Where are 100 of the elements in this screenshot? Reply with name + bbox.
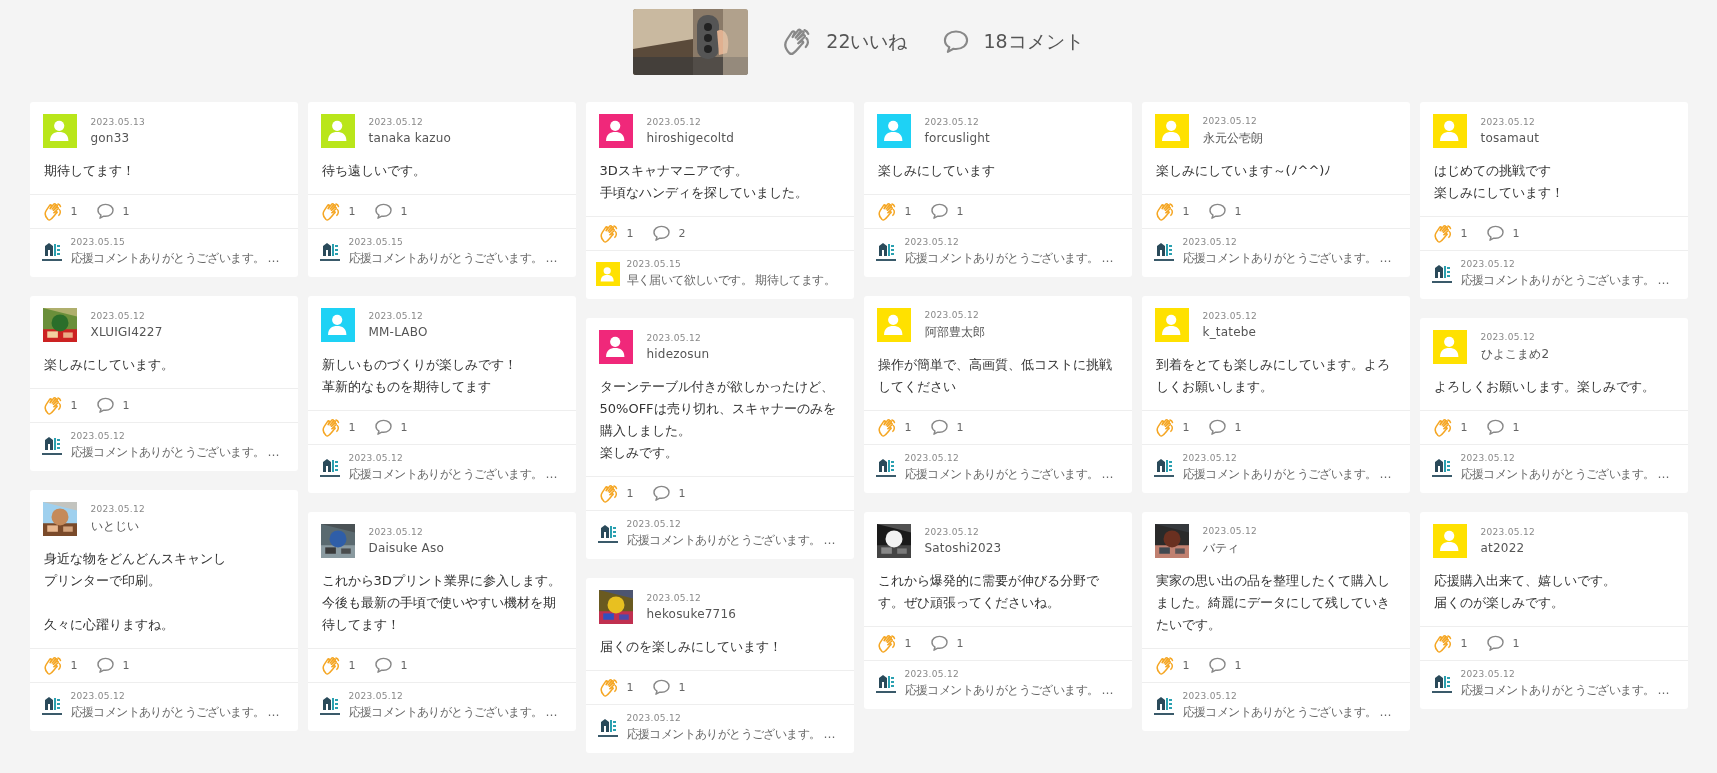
user-name: hidezosun: [646, 347, 710, 361]
comment-icon[interactable]: [1485, 224, 1505, 243]
clap-icon[interactable]: [42, 655, 63, 676]
comment-count: 1: [1234, 659, 1242, 672]
clap-icon[interactable]: [1154, 655, 1175, 676]
user-name: tosamaut: [1480, 131, 1540, 145]
logo-icon: [1151, 694, 1176, 718]
user-name: gon33: [90, 131, 131, 145]
post-date: 2023.05.12: [646, 117, 703, 127]
comment-icon[interactable]: [1207, 202, 1227, 221]
comment-icon[interactable]: [651, 484, 671, 503]
user-name: MM-LABO: [368, 325, 428, 339]
clap-icon[interactable]: [876, 633, 897, 654]
reply-text: 応援コメントありがとうございます。 …: [1182, 704, 1391, 721]
clap-icon[interactable]: [1154, 201, 1175, 222]
comment-icon[interactable]: [929, 202, 949, 221]
reply-date: 2023.05.12: [1460, 669, 1517, 679]
comment-icon[interactable]: [1207, 418, 1227, 437]
logo-icon: [595, 522, 620, 546]
logo-icon: [873, 240, 898, 264]
clap-icon[interactable]: [42, 395, 63, 416]
clap-icon[interactable]: [1432, 633, 1453, 654]
comment-text: 期待してます！: [43, 162, 136, 180]
logo-icon: [317, 694, 342, 718]
comment-icon[interactable]: [373, 656, 393, 675]
post-date: 2023.05.12: [924, 117, 981, 127]
comment-icon[interactable]: [651, 224, 671, 243]
clap-icon[interactable]: [1154, 417, 1175, 438]
like-count: 1: [1460, 637, 1468, 650]
comment-icon[interactable]: [95, 656, 115, 675]
clap-icon[interactable]: [598, 677, 619, 698]
reply-date: 2023.05.12: [348, 691, 405, 701]
comment-text: 届くのが楽しみです。: [1433, 594, 1565, 612]
reply-text: 応援コメントありがとうございます。 …: [70, 444, 279, 461]
clap-icon[interactable]: [1432, 417, 1453, 438]
like-count: 1: [348, 205, 356, 218]
comment-icon[interactable]: [941, 28, 970, 56]
like-count: 1: [1182, 659, 1190, 672]
comment-icon[interactable]: [1485, 634, 1505, 653]
comment-text: 楽しみにしています。: [43, 356, 175, 374]
comment-icon[interactable]: [1485, 418, 1505, 437]
reply-date: 2023.05.15: [70, 237, 127, 247]
logo-icon: [317, 240, 342, 264]
comment-text: 届くのを楽しみにしています！: [599, 638, 783, 656]
reply-date: 2023.05.12: [1182, 453, 1239, 463]
clap-icon[interactable]: [876, 201, 897, 222]
comment-count: 1: [678, 681, 686, 694]
reply-date: 2023.05.12: [1460, 453, 1517, 463]
like-count: 1: [626, 487, 634, 500]
comment-text: これから爆発的に需要が伸びる分野です。ぜひ頑張ってくださいね。: [877, 572, 1100, 612]
like-count: 1: [904, 637, 912, 650]
comment-text: 3Dスキャナマニアです。: [599, 162, 749, 180]
comment-icon[interactable]: [651, 678, 671, 697]
reply-date: 2023.05.12: [626, 519, 683, 529]
comment-count: 1: [122, 399, 130, 412]
clap-icon[interactable]: [598, 483, 619, 504]
comment-icon[interactable]: [373, 202, 393, 221]
comment-count: 1: [1512, 637, 1520, 650]
comment-count: 2: [678, 227, 686, 240]
logo-icon: [1429, 262, 1454, 286]
clap-icon[interactable]: [320, 417, 341, 438]
user-name: hiroshigecoltd: [646, 131, 735, 145]
reply-text: 応援コメントありがとうございます。 …: [1460, 272, 1669, 289]
comment-text: 新しいものづくりが楽しみです！: [321, 356, 518, 374]
comment-icon[interactable]: [929, 418, 949, 437]
post-date: 2023.05.12: [924, 527, 981, 537]
clap-icon[interactable]: [320, 655, 341, 676]
user-name: Daisuke Aso: [368, 541, 444, 555]
like-count: 1: [348, 659, 356, 672]
reply-date: 2023.05.12: [904, 453, 961, 463]
reply-text: 応援コメントありがとうございます。 …: [1182, 466, 1391, 483]
reply-text: 応援コメントありがとうございます。 …: [1460, 682, 1669, 699]
logo-icon: [1429, 672, 1454, 696]
comment-icon[interactable]: [95, 202, 115, 221]
comment-count: 1: [1234, 421, 1242, 434]
post-date: 2023.05.12: [368, 527, 425, 537]
like-count: 1: [1182, 421, 1190, 434]
reply-text: 応援コメントありがとうございます。 …: [626, 726, 835, 743]
reply-text: 応援コメントありがとうございます。 …: [348, 704, 557, 721]
comment-text: 待ち遠しいです。: [321, 162, 427, 180]
comment-icon[interactable]: [929, 634, 949, 653]
clap-icon[interactable]: [1432, 223, 1453, 244]
post-date: 2023.05.12: [924, 309, 981, 320]
like-count: 1: [626, 681, 634, 694]
like-count: 1: [70, 399, 78, 412]
like-count: 1: [626, 227, 634, 240]
like-count: 1: [348, 421, 356, 434]
clap-icon[interactable]: [320, 201, 341, 222]
clap-icon[interactable]: [876, 417, 897, 438]
comment-text: 楽しみです。: [599, 444, 679, 462]
comment-count: 1: [956, 205, 964, 218]
comment-icon[interactable]: [95, 396, 115, 415]
clap-icon[interactable]: [42, 201, 63, 222]
comment-icon[interactable]: [373, 418, 393, 437]
clap-icon[interactable]: [598, 223, 619, 244]
comment-count: 1: [678, 487, 686, 500]
logo-icon: [317, 456, 342, 480]
user-name: k_tatebe: [1202, 325, 1258, 339]
comment-icon[interactable]: [1207, 656, 1227, 675]
comment-text: 久々に心躍りますね。: [43, 616, 175, 634]
